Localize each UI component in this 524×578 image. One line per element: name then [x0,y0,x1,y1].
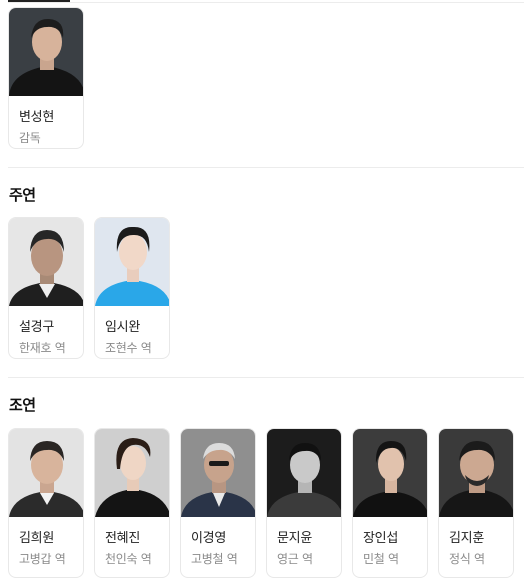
person-role: 감독 [19,131,41,145]
person-card-supporting[interactable]: 문지윤 영근 역 [266,428,342,578]
person-role: 민철 역 [363,552,399,566]
person-name: 김희원 [19,531,54,546]
divider [8,167,524,168]
section-title-lead: 주연 [9,186,36,204]
divider [8,2,524,3]
person-name: 변성현 [19,110,54,125]
person-card-director[interactable]: 변성현 감독 [8,7,84,149]
person-name: 이경영 [191,531,226,546]
person-card-supporting[interactable]: 김지훈 정식 역 [438,428,514,578]
person-name: 전혜진 [105,531,140,546]
profile-photo [353,429,427,517]
person-role: 고병갑 역 [19,552,66,566]
profile-photo [9,8,83,96]
person-name: 김지훈 [449,531,484,546]
person-role: 정식 역 [449,552,485,566]
profile-photo [95,429,169,517]
person-card-supporting[interactable]: 김희원 고병갑 역 [8,428,84,578]
profile-photo [95,218,169,306]
person-role: 조현수 역 [105,341,152,355]
person-name: 문지윤 [277,531,312,546]
person-role: 고병철 역 [191,552,238,566]
profile-photo [9,218,83,306]
section-title-supporting: 조연 [9,396,36,414]
divider [8,377,524,378]
person-name: 장인섭 [363,531,398,546]
person-role: 천인숙 역 [105,552,152,566]
profile-photo [267,429,341,517]
profile-photo [439,429,513,517]
person-card-lead[interactable]: 설경구 한재호 역 [8,217,84,359]
profile-photo [9,429,83,517]
person-card-supporting[interactable]: 이경영 고병철 역 [180,428,256,578]
person-name: 임시완 [105,320,140,335]
person-card-supporting[interactable]: 전혜진 천인숙 역 [94,428,170,578]
person-card-lead[interactable]: 임시완 조현수 역 [94,217,170,359]
person-name: 설경구 [19,320,54,335]
profile-photo [181,429,255,517]
person-role: 한재호 역 [19,341,66,355]
person-card-supporting[interactable]: 장인섭 민철 역 [352,428,428,578]
person-role: 영근 역 [277,552,313,566]
